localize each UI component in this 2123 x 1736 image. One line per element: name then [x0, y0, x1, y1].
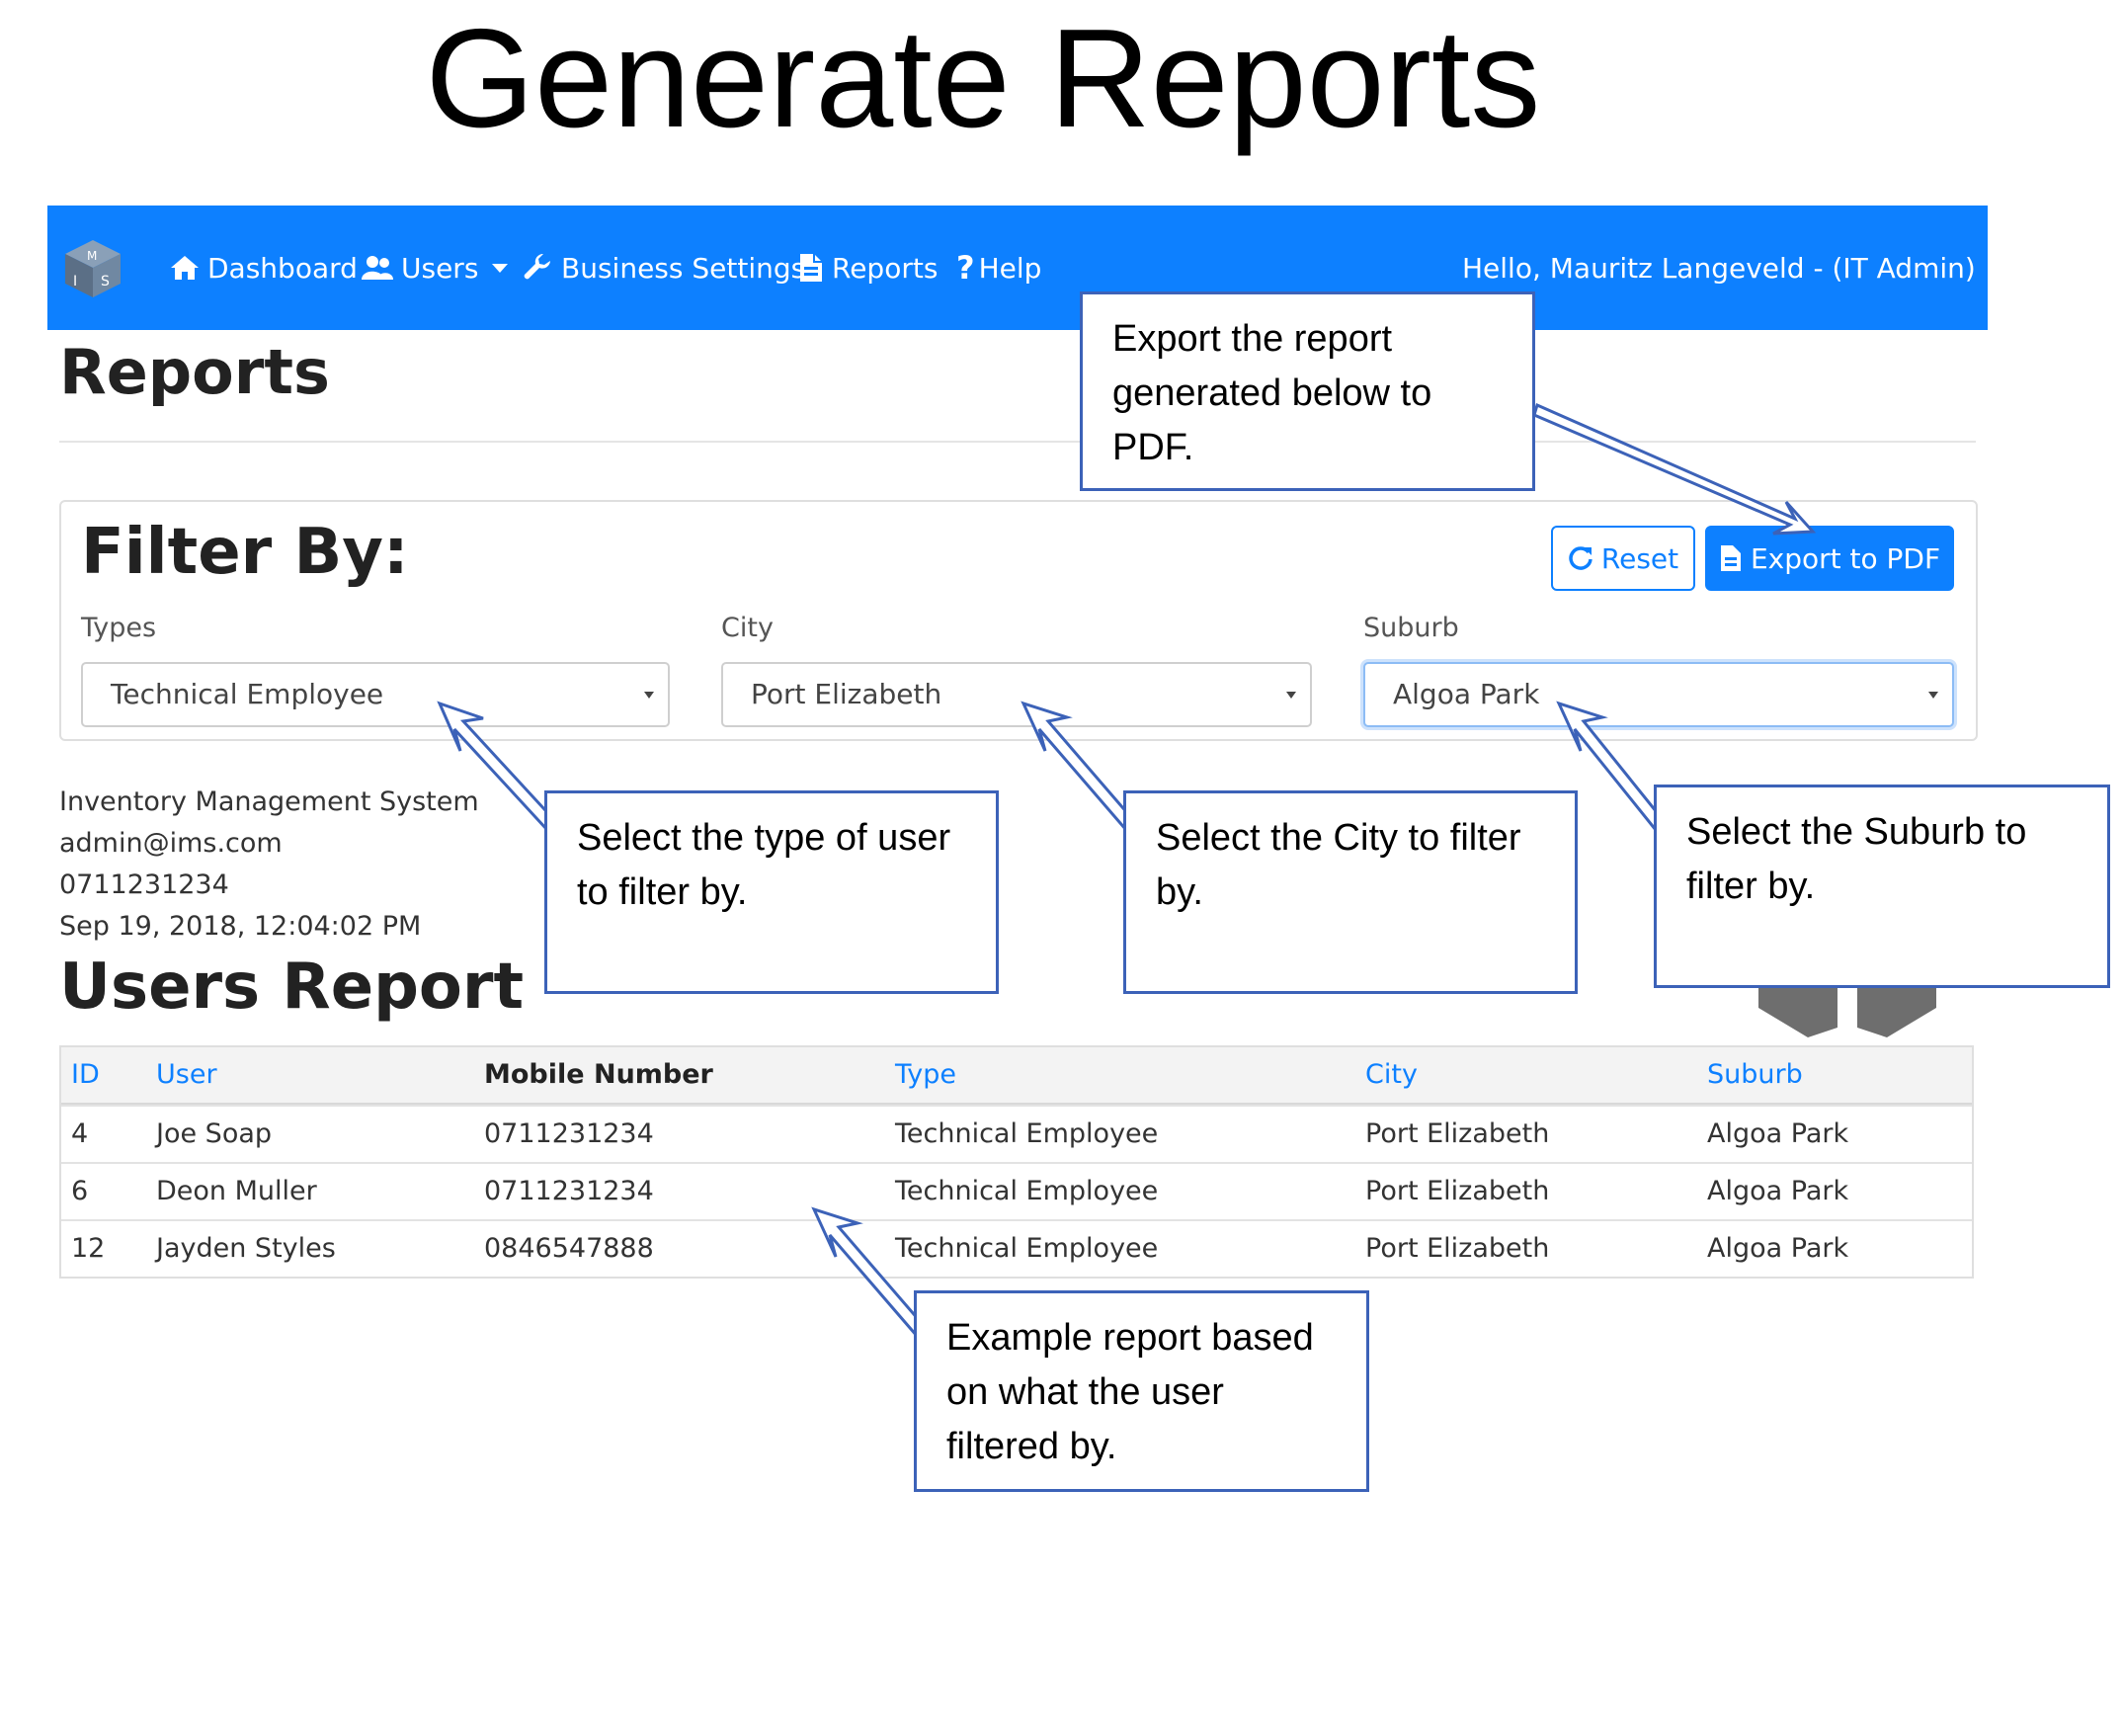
types-select[interactable]: Technical Employee: [81, 662, 670, 727]
nav-help-label: Help: [978, 251, 1042, 285]
table-header-row: ID User Mobile Number Type City Suburb: [61, 1047, 1972, 1105]
table-row: 12 Jayden Styles 0846547888 Technical Em…: [61, 1219, 1972, 1277]
cell-suburb: Algoa Park: [1707, 1118, 1849, 1149]
report-title: Users Report: [59, 951, 525, 1024]
nav-business-settings-label: Business Settings: [561, 251, 806, 285]
user-menu-label: Hello, Mauritz Langeveld - (IT Admin): [1462, 251, 1976, 285]
callout-text: PDF.: [1112, 427, 1194, 468]
select-arrow-icon: [644, 692, 654, 699]
callout-text: filtered by.: [946, 1426, 1117, 1467]
nav-dashboard[interactable]: Dashboard: [170, 206, 358, 330]
nav-help[interactable]: ? Help: [956, 206, 1041, 330]
column-header-type[interactable]: Type: [895, 1059, 956, 1090]
callout-text: Select the City to filter: [1156, 817, 1521, 859]
city-select[interactable]: Port Elizabeth: [721, 662, 1312, 727]
cell-id: 12: [71, 1233, 106, 1264]
cell-mobile: 0711231234: [484, 1176, 654, 1206]
nav-reports-label: Reports: [832, 251, 939, 285]
company-email: admin@ims.com: [59, 828, 283, 859]
table-row: 4 Joe Soap 0711231234 Technical Employee…: [61, 1105, 1972, 1162]
callout-suburb: Select the Suburb to filter by.: [1654, 785, 2110, 988]
cell-type: Technical Employee: [895, 1233, 1159, 1264]
chevron-down-icon: [492, 263, 509, 273]
brand-logo-icon[interactable]: M I S: [63, 238, 122, 299]
cell-suburb: Algoa Park: [1707, 1176, 1849, 1206]
callout-export: Export the report generated below to PDF…: [1080, 291, 1535, 491]
city-select-value: Port Elizabeth: [751, 678, 942, 710]
export-pdf-label: Export to PDF: [1750, 541, 1941, 575]
company-phone: 0711231234: [59, 869, 229, 900]
svg-text:M: M: [87, 249, 97, 263]
divider: [59, 441, 1976, 443]
column-header-user[interactable]: User: [156, 1059, 217, 1090]
callout-type: Select the type of user to filter by.: [544, 790, 999, 994]
user-menu[interactable]: Hello, Mauritz Langeveld - (IT Admin): [1462, 206, 2005, 330]
cell-type: Technical Employee: [895, 1176, 1159, 1206]
suburb-select[interactable]: Algoa Park: [1363, 662, 1954, 727]
export-pdf-button[interactable]: Export to PDF: [1705, 526, 1954, 591]
cell-id: 4: [71, 1118, 89, 1149]
reset-label: Reset: [1600, 541, 1679, 575]
page-title: Reports: [59, 336, 330, 408]
select-arrow-icon: [1928, 692, 1938, 699]
cell-city: Port Elizabeth: [1365, 1233, 1550, 1264]
chevron-down-icon: [1989, 263, 2005, 273]
svg-text:I: I: [73, 274, 77, 289]
report-icon: [1720, 545, 1741, 571]
types-label: Types: [81, 613, 157, 643]
callout-city: Select the City to filter by.: [1123, 790, 1578, 994]
cell-city: Port Elizabeth: [1365, 1176, 1550, 1206]
cell-id: 6: [71, 1176, 89, 1206]
callout-text: Example report based: [946, 1317, 1314, 1359]
nav-reports[interactable]: Reports: [798, 206, 938, 330]
report-table: ID User Mobile Number Type City Suburb 4…: [59, 1045, 1974, 1279]
cell-city: Port Elizabeth: [1365, 1118, 1550, 1149]
nav-users-label: Users: [401, 251, 479, 285]
slide-title: Generate Reports: [425, 0, 1541, 157]
svg-text:S: S: [101, 274, 110, 289]
column-header-city[interactable]: City: [1365, 1059, 1418, 1090]
callout-text: Select the type of user: [577, 817, 951, 859]
callout-text: Export the report: [1112, 318, 1393, 360]
cell-user: Joe Soap: [156, 1118, 273, 1149]
report-icon: [800, 254, 822, 282]
users-icon: [362, 256, 393, 280]
suburb-label: Suburb: [1363, 613, 1459, 643]
question-icon: ?: [956, 249, 975, 287]
cell-user: Deon Muller: [156, 1176, 317, 1206]
wrench-icon: [524, 253, 550, 280]
callout-text: on what the user: [946, 1371, 1224, 1413]
types-select-value: Technical Employee: [111, 678, 384, 710]
refresh-icon: [1569, 546, 1592, 570]
column-header-mobile: Mobile Number: [484, 1059, 713, 1090]
cell-mobile: 0846547888: [484, 1233, 654, 1264]
column-header-suburb[interactable]: Suburb: [1707, 1059, 1803, 1090]
callout-text: to filter by.: [577, 871, 748, 913]
cell-user: Jayden Styles: [156, 1233, 336, 1264]
navbar: M I S Dashboard Users Business Settings …: [47, 206, 2005, 330]
column-header-id[interactable]: ID: [71, 1059, 100, 1090]
nav-business-settings[interactable]: Business Settings: [524, 206, 805, 330]
callout-text: by.: [1156, 871, 1203, 913]
callout-example: Example report based on what the user fi…: [914, 1290, 1369, 1492]
nav-dashboard-label: Dashboard: [207, 251, 358, 285]
reset-button[interactable]: Reset: [1551, 526, 1695, 591]
callout-text: generated below to: [1112, 372, 1432, 414]
suburb-select-value: Algoa Park: [1393, 678, 1540, 710]
select-arrow-icon: [1286, 692, 1296, 699]
cell-type: Technical Employee: [895, 1118, 1159, 1149]
cell-mobile: 0711231234: [484, 1118, 654, 1149]
callout-text: Select the Suburb to: [1686, 811, 2027, 853]
report-timestamp: Sep 19, 2018, 12:04:02 PM: [59, 911, 422, 942]
city-label: City: [721, 613, 774, 643]
table-row: 6 Deon Muller 0711231234 Technical Emplo…: [61, 1162, 1972, 1219]
company-name: Inventory Management System: [59, 786, 479, 817]
nav-users[interactable]: Users: [362, 206, 509, 330]
home-icon: [171, 256, 199, 280]
callout-text: filter by.: [1686, 866, 1816, 907]
filter-title: Filter By:: [81, 516, 409, 589]
cell-suburb: Algoa Park: [1707, 1233, 1849, 1264]
